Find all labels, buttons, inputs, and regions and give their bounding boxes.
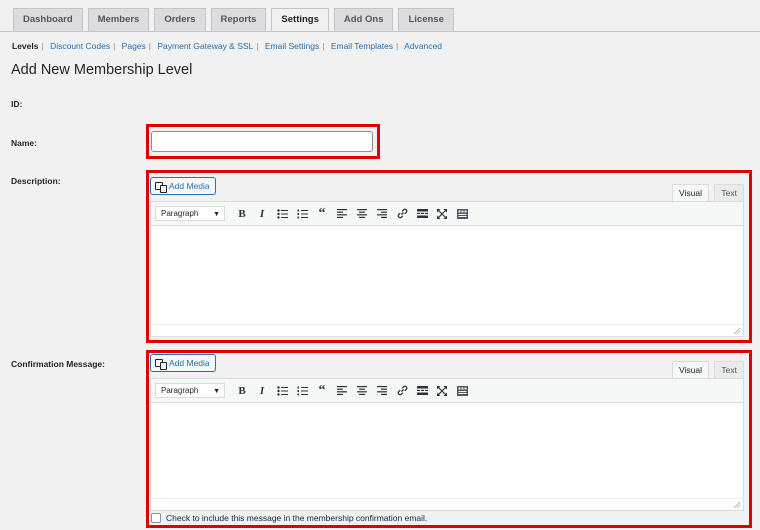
confirmation-email-checkbox-label: Check to include this message in the mem…: [166, 513, 428, 523]
name-label: Name:: [11, 138, 37, 148]
confirmation-add-media-button[interactable]: Add Media: [150, 354, 216, 372]
align-center-icon[interactable]: [352, 382, 372, 400]
description-add-media-button[interactable]: Add Media: [150, 177, 216, 195]
description-edit-area: Paragraph ▼ B I “: [150, 201, 744, 337]
italic-icon[interactable]: I: [252, 382, 272, 400]
link-icon[interactable]: [392, 382, 412, 400]
tab-members[interactable]: Members: [87, 8, 150, 31]
tab-add-ons[interactable]: Add Ons: [333, 8, 394, 31]
description-text-tab[interactable]: Text: [714, 184, 744, 202]
confirmation-edit-area: Paragraph ▼ B I “: [150, 378, 744, 511]
confirmation-toolbar: Paragraph ▼ B I “: [151, 379, 743, 403]
tab-orders[interactable]: Orders: [154, 8, 206, 31]
fullscreen-icon[interactable]: [432, 382, 452, 400]
page-title: Add New Membership Level: [11, 62, 193, 78]
format-select-value: Paragraph: [161, 209, 199, 218]
confirmation-email-checkbox[interactable]: [151, 513, 161, 523]
italic-icon[interactable]: I: [252, 205, 272, 223]
subnav-levels[interactable]: Levels: [12, 41, 38, 51]
description-visual-tab[interactable]: Visual: [672, 184, 709, 202]
bold-icon[interactable]: B: [232, 382, 252, 400]
blockquote-icon[interactable]: “: [312, 382, 332, 400]
tabs-divider: [0, 31, 760, 32]
blockquote-icon[interactable]: “: [312, 205, 332, 223]
id-label: ID:: [11, 99, 23, 109]
add-media-label: Add Media: [169, 358, 210, 368]
bullet-list-icon[interactable]: [272, 205, 292, 223]
confirmation-status-bar: [151, 498, 743, 510]
subnav-email-settings[interactable]: Email Settings: [265, 41, 319, 51]
resize-handle-icon[interactable]: [734, 502, 740, 508]
resize-handle-icon[interactable]: [734, 328, 740, 334]
confirmation-email-option: Check to include this message in the mem…: [151, 513, 427, 523]
read-more-icon[interactable]: [412, 205, 432, 223]
description-content-area[interactable]: [151, 226, 743, 324]
tab-settings[interactable]: Settings: [271, 8, 329, 32]
tab-dashboard[interactable]: Dashboard: [13, 8, 83, 31]
confirmation-content-area[interactable]: [151, 403, 743, 498]
toolbar-toggle-icon[interactable]: [452, 382, 472, 400]
nav-tabs: Dashboard Members Orders Reports Setting…: [13, 8, 459, 32]
link-icon[interactable]: [392, 205, 412, 223]
subnav-email-templates[interactable]: Email Templates: [331, 41, 393, 51]
settings-subnav: Levels | Discount Codes | Pages | Payment G…: [12, 41, 442, 51]
numbered-list-icon[interactable]: [292, 382, 312, 400]
bullet-list-icon[interactable]: [272, 382, 292, 400]
description-editor: Add Media Visual Text Paragraph ▼ B I “: [150, 177, 744, 337]
align-left-icon[interactable]: [332, 205, 352, 223]
subnav-advanced[interactable]: Advanced: [404, 41, 442, 51]
subnav-discount-codes[interactable]: Discount Codes: [50, 41, 110, 51]
add-media-label: Add Media: [169, 181, 210, 191]
description-format-select[interactable]: Paragraph ▼: [155, 206, 225, 221]
confirmation-label: Confirmation Message:: [11, 359, 105, 369]
numbered-list-icon[interactable]: [292, 205, 312, 223]
chevron-down-icon: ▼: [213, 211, 220, 218]
tab-reports[interactable]: Reports: [210, 8, 267, 31]
confirmation-text-tab[interactable]: Text: [714, 361, 744, 379]
confirmation-editor: Add Media Visual Text Paragraph ▼ B I “: [150, 354, 744, 511]
chevron-down-icon: ▼: [213, 388, 220, 395]
format-select-value: Paragraph: [161, 386, 199, 395]
align-right-icon[interactable]: [372, 205, 392, 223]
align-right-icon[interactable]: [372, 382, 392, 400]
fullscreen-icon[interactable]: [432, 205, 452, 223]
subnav-payment-gateway[interactable]: Payment Gateway & SSL: [157, 41, 253, 51]
read-more-icon[interactable]: [412, 382, 432, 400]
name-input[interactable]: [151, 131, 373, 152]
tab-license[interactable]: License: [398, 8, 454, 31]
description-label: Description:: [11, 176, 61, 186]
add-media-icon: [155, 358, 167, 370]
bold-icon[interactable]: B: [232, 205, 252, 223]
align-left-icon[interactable]: [332, 382, 352, 400]
description-toolbar: Paragraph ▼ B I “: [151, 202, 743, 226]
add-media-icon: [155, 181, 167, 193]
confirmation-visual-tab[interactable]: Visual: [672, 361, 709, 379]
confirmation-format-select[interactable]: Paragraph ▼: [155, 383, 225, 398]
description-status-bar: [151, 324, 743, 336]
subnav-pages[interactable]: Pages: [122, 41, 146, 51]
align-center-icon[interactable]: [352, 205, 372, 223]
toolbar-toggle-icon[interactable]: [452, 205, 472, 223]
